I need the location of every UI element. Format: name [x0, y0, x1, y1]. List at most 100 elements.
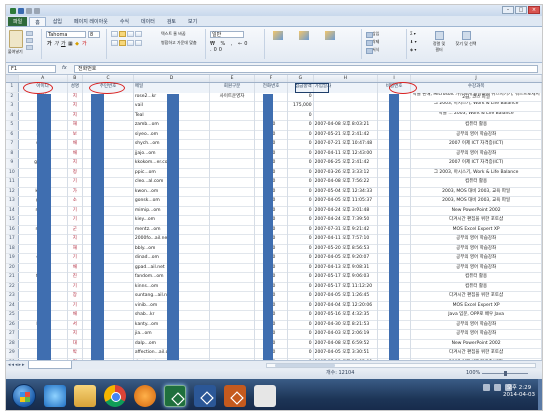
align-right-icon[interactable] [127, 40, 134, 46]
format-as-table-button[interactable] [296, 31, 312, 51]
redo-icon[interactable] [34, 7, 40, 14]
cell[interactable]: 사이트운영자 [210, 92, 255, 102]
format-cells-button[interactable]: 서식 [365, 47, 391, 54]
cell[interactable] [314, 111, 379, 121]
tab-home[interactable]: 홈 [29, 17, 46, 26]
cell[interactable]: 공부의 영어 학습강좌 [411, 235, 542, 245]
row-number[interactable]: 7 [6, 140, 19, 149]
scroll-thumb[interactable] [275, 364, 335, 367]
row-number[interactable]: 29 [6, 349, 19, 358]
cell[interactable]: 2007-04-05 오후 11:05:37 [314, 197, 379, 207]
cell[interactable]: 0 [288, 216, 314, 226]
cell[interactable]: 0 [288, 254, 314, 264]
column-header[interactable]: C [83, 75, 134, 82]
align-left-icon[interactable] [111, 40, 118, 46]
row-number[interactable]: 6 [6, 130, 19, 139]
autosum-button[interactable]: Σ ▾ [410, 31, 416, 37]
cell[interactable]: 지 [68, 330, 84, 340]
cell[interactable]: 0 [288, 168, 314, 178]
fx-icon[interactable]: fx [62, 65, 67, 71]
network-icon[interactable] [494, 384, 501, 391]
row-number[interactable]: 10 [6, 168, 19, 177]
cell[interactable]: 2007-04-08 오후 7:56:22 [314, 178, 379, 188]
cell[interactable]: 다겨시간 편집을 위한 포토샵 [411, 292, 542, 302]
cell[interactable]: Java 입문, OPP로 배우 Java [411, 311, 542, 321]
cell[interactable]: 0 [288, 273, 314, 283]
cell[interactable]: 175,000 [288, 102, 314, 112]
align-bottom-icon[interactable] [127, 31, 134, 37]
row-number[interactable]: 15 [6, 216, 19, 225]
row-number[interactable]: 26 [6, 320, 19, 329]
cell[interactable]: 기 [68, 282, 84, 292]
cell[interactable]: 0 [288, 263, 314, 273]
taskbar-clock[interactable]: 오후 2:29 2014-04-03 [502, 385, 536, 399]
row-number[interactable]: 9 [6, 159, 19, 168]
cell[interactable]: New PowerPoint 2002 [411, 339, 542, 349]
cell[interactable]: 장 [68, 292, 84, 302]
cell[interactable]: 지 [68, 92, 84, 102]
font-size-select[interactable]: 8 [88, 31, 100, 38]
cell[interactable]: 학을 편해, Microsoft 가유하게 활용하자 위스시기기, 워드프로세서… [411, 92, 542, 102]
cell[interactable]: 채 [68, 140, 84, 150]
tab-page-layout[interactable]: 페이지 레이아웃 [69, 17, 113, 26]
cell[interactable]: 0 [288, 330, 314, 340]
cell[interactable] [210, 168, 255, 178]
cell[interactable]: 채 [68, 149, 84, 159]
cell[interactable]: 수강과목 [411, 83, 542, 93]
cell[interactable]: 성명 [67, 83, 84, 93]
row-number[interactable]: 24 [6, 301, 19, 310]
cell[interactable] [210, 197, 255, 207]
cut-icon[interactable] [26, 31, 33, 36]
row-number[interactable]: 8 [6, 149, 19, 158]
cell[interactable]: 지 [68, 159, 84, 169]
row-number[interactable]: 12 [6, 187, 19, 196]
column-header[interactable]: D [134, 75, 211, 82]
cell[interactable]: 0 [288, 320, 314, 330]
column-header[interactable]: B [68, 75, 84, 82]
tab-view[interactable]: 보기 [183, 17, 202, 26]
row-number[interactable]: 22 [6, 282, 19, 291]
cell-styles-button[interactable] [322, 31, 338, 51]
cell[interactable]: 전화번호 [254, 83, 289, 93]
tray-icon[interactable] [483, 384, 490, 391]
cell[interactable]: 지 [68, 235, 84, 245]
cell[interactable]: 2007-05-16 오후 4:32:35 [314, 311, 379, 321]
conditional-format-button[interactable] [270, 31, 286, 51]
row-number[interactable]: 11 [6, 178, 19, 187]
row-number[interactable]: 2 [6, 92, 19, 101]
cell[interactable]: 보 [68, 130, 84, 140]
excel-app-icon[interactable] [10, 7, 16, 14]
cell[interactable]: 기 [68, 216, 84, 226]
font-name-select[interactable]: Tahoma [46, 31, 86, 38]
cell[interactable]: 군 [68, 225, 84, 235]
cell[interactable]: 0 [288, 292, 314, 302]
cell[interactable]: 다겨시간 편집을 위한 포토샵 [411, 349, 542, 359]
tab-insert[interactable]: 삽입 [48, 17, 67, 26]
cell[interactable]: 2007-04-08 오후 8:03:21 [314, 121, 379, 131]
sheet-tab[interactable] [28, 361, 72, 369]
cell[interactable]: 0 [288, 159, 314, 169]
copy-icon[interactable] [26, 38, 33, 43]
cell[interactable]: 공부의 영어 학습강좌 [411, 320, 542, 330]
align-middle-icon[interactable] [119, 31, 126, 37]
number-format-select[interactable]: 일반 [210, 31, 244, 38]
cell[interactable]: 2007-07-21 오후 10:47:48 [314, 140, 379, 150]
cell[interactable]: 가 [68, 187, 84, 197]
show-desktop-button[interactable] [538, 379, 542, 410]
cell[interactable] [210, 339, 255, 349]
cell[interactable] [210, 225, 255, 235]
cell[interactable]: 기 [68, 254, 84, 264]
row-number[interactable]: 20 [6, 263, 19, 272]
cell[interactable]: 기 [68, 301, 84, 311]
orientation-icon[interactable] [135, 31, 142, 37]
cell[interactable] [210, 254, 255, 264]
bold-icon[interactable]: 가 [46, 40, 52, 47]
cell[interactable]: 소 [68, 197, 84, 207]
align-top-icon[interactable] [111, 31, 118, 37]
cell[interactable]: 공부의 영어 학습강좌 [411, 263, 542, 273]
undo-icon[interactable] [26, 7, 32, 14]
cell[interactable]: 대 [68, 339, 84, 349]
underline-icon[interactable]: 가 [60, 40, 66, 47]
cell[interactable]: MOS Excel Expert XP [411, 301, 542, 311]
font-color-icon[interactable]: 가 [81, 40, 87, 47]
